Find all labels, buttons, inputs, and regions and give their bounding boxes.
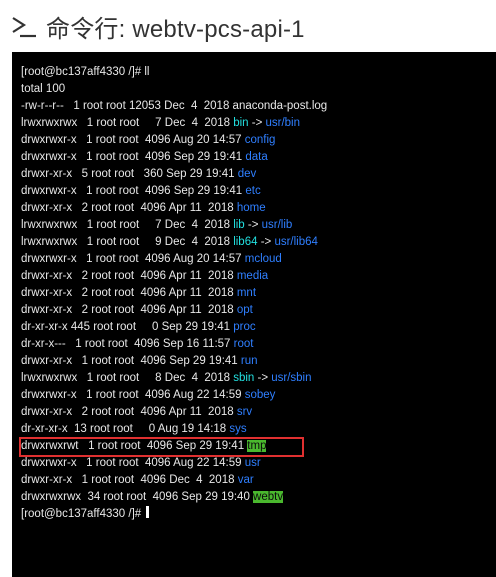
terminal-line: drwxr-xr-x 2 root root 4096 Apr 11 2018 … <box>21 304 253 316</box>
terminal-line: total 100 <box>21 83 66 95</box>
symlink-target: usr/lib64 <box>274 236 318 248</box>
text-cursor <box>146 506 150 518</box>
page-title: 命令行: webtv-pcs-api-1 <box>46 15 305 43</box>
terminal-prompt-line[interactable]: [root@bc137aff4330 /]# <box>21 506 327 523</box>
dir-name: var <box>237 474 254 486</box>
terminal-prompt-icon <box>12 17 36 38</box>
terminal-line: lrwxrwxrwx 1 root root 7 Dec 4 2018 bin … <box>21 117 301 129</box>
symlink-target: usr/bin <box>265 117 301 129</box>
world-writable-dir-name: webtv <box>253 491 284 503</box>
terminal-line: drwxr-xr-x 1 root root 4096 Sep 29 19:41… <box>21 355 258 367</box>
terminal-line: drwxrwxr-x 1 root root 4096 Sep 29 19:41… <box>21 185 261 197</box>
dir-name: config <box>244 134 276 146</box>
terminal-line: [root@bc137aff4330 /]# ll <box>21 66 150 78</box>
terminal-line: drwxrwxr-x 1 root root 4096 Aug 20 14:57… <box>21 253 282 265</box>
terminal-line: drwxrwxr-x 1 root root 4096 Sep 29 19:41… <box>21 151 268 163</box>
terminal-line: lrwxrwxrwx 1 root root 7 Dec 4 2018 lib … <box>21 219 293 231</box>
dir-name: srv <box>236 406 253 418</box>
dir-name: data <box>245 151 268 163</box>
dir-name: media <box>236 270 269 282</box>
terminal-line: lrwxrwxrwx 1 root root 8 Dec 4 2018 sbin… <box>21 372 312 384</box>
symlink-name: lib64 <box>233 236 258 248</box>
dir-name: etc <box>245 185 261 197</box>
dir-name: mcloud <box>244 253 282 265</box>
dir-name: run <box>240 355 258 367</box>
dir-name: mnt <box>236 287 257 299</box>
terminal-line: lrwxrwxrwx 1 root root 9 Dec 4 2018 lib6… <box>21 236 318 248</box>
symlink-name: bin <box>233 117 249 129</box>
terminal-line: drwxrwxr-x 1 root root 4096 Aug 20 14:57… <box>21 134 276 146</box>
terminal-line: dr-xr-x--- 1 root root 4096 Sep 16 11:57… <box>21 338 254 350</box>
symlink-target: usr/sbin <box>271 372 312 384</box>
terminal-line: drwxrwxr-x 1 root root 4096 Aug 22 14:59… <box>21 389 276 401</box>
terminal-line: drwxr-xr-x 5 root root 360 Sep 29 19:41 … <box>21 168 257 180</box>
symlink-name: sbin <box>233 372 255 384</box>
dir-name: proc <box>233 321 256 333</box>
terminal-line: dr-xr-xr-x 13 root root 0 Aug 19 14:18 s… <box>21 423 247 435</box>
symlink-name: lib <box>233 219 245 231</box>
dir-name: sobey <box>244 389 276 401</box>
dir-name: dev <box>237 168 257 180</box>
terminal-line: drwxr-xr-x 2 root root 4096 Apr 11 2018 … <box>21 287 257 299</box>
terminal-line: drwxrwxrwx 34 root root 4096 Sep 29 19:4… <box>21 491 284 503</box>
symlink-target: usr/lib <box>261 219 293 231</box>
terminal-window[interactable]: [root@bc137aff4330 /]# ll total 100 -rw-… <box>12 52 496 577</box>
dir-name: sys <box>229 423 247 435</box>
highlight-box <box>19 437 304 457</box>
terminal-line: -rw-r--r-- 1 root root 12053 Dec 4 2018 … <box>21 100 328 112</box>
terminal-line: drwxr-xr-x 2 root root 4096 Apr 11 2018 … <box>21 406 253 418</box>
dir-name: opt <box>236 304 253 316</box>
terminal-line: drwxrwxr-x 1 root root 4096 Aug 22 14:59… <box>21 457 261 469</box>
dir-name: root <box>233 338 254 350</box>
dir-name: home <box>236 202 266 214</box>
terminal-line: drwxr-xr-x 1 root root 4096 Dec 4 2018 v… <box>21 474 254 486</box>
terminal-line: drwxr-xr-x 2 root root 4096 Apr 11 2018 … <box>21 202 266 214</box>
terminal-line: drwxr-xr-x 2 root root 4096 Apr 11 2018 … <box>21 270 269 282</box>
dir-name: usr <box>244 457 261 469</box>
page-header: 命令行: webtv-pcs-api-1 <box>10 6 305 46</box>
terminal-line: dr-xr-xr-x 445 root root 0 Sep 29 19:41 … <box>21 321 256 333</box>
